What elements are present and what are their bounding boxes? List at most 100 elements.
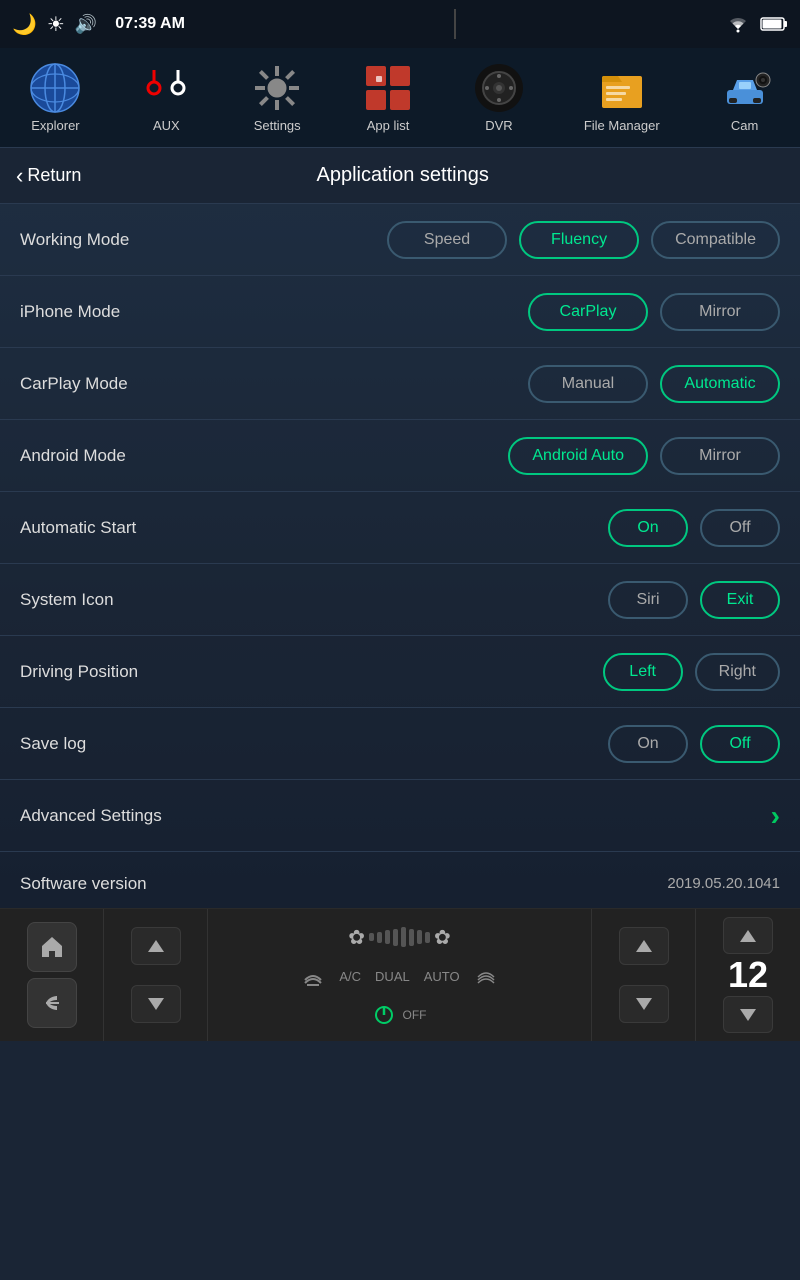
- off-label: OFF: [403, 1008, 427, 1022]
- defrost-icon: [301, 965, 325, 989]
- iphone-mode-row: iPhone Mode CarPlay Mirror: [0, 276, 800, 348]
- system-icon-row: System Icon Siri Exit: [0, 564, 800, 636]
- driving-position-right[interactable]: Right: [695, 653, 780, 691]
- temp-down-button[interactable]: [723, 996, 773, 1033]
- carplay-mode-manual[interactable]: Manual: [528, 365, 648, 403]
- app-header: ‹ Return Application settings: [0, 148, 800, 204]
- system-icon-exit[interactable]: Exit: [700, 581, 780, 619]
- nav-item-filemanager[interactable]: File Manager: [584, 62, 660, 133]
- fan-bar-4: [393, 929, 398, 946]
- iphone-mode-mirror[interactable]: Mirror: [660, 293, 780, 331]
- fan-bar-6: [409, 929, 414, 946]
- nav-item-cam[interactable]: Cam: [719, 62, 771, 133]
- fan-right-icon: ✿: [434, 925, 451, 950]
- android-mode-auto[interactable]: Android Auto: [508, 437, 648, 475]
- moon-icon: 🌙: [12, 12, 37, 37]
- status-bar: 🌙 ☀ 🔊 07:39 AM: [0, 0, 800, 48]
- driving-position-label: Driving Position: [20, 662, 138, 682]
- temperature-section: 12: [696, 909, 800, 1041]
- temp-up-button[interactable]: [723, 917, 773, 954]
- battery-icon: [760, 16, 788, 32]
- fan-bars: [369, 927, 430, 947]
- right-up-button[interactable]: [619, 927, 669, 965]
- advanced-settings-chevron-icon: ›: [771, 800, 780, 832]
- advanced-settings-label: Advanced Settings: [20, 806, 162, 826]
- right-arrows-section: [592, 909, 696, 1041]
- working-mode-speed[interactable]: Speed: [387, 221, 507, 259]
- iphone-mode-label: iPhone Mode: [20, 302, 120, 322]
- driving-position-controls: Left Right: [603, 653, 780, 691]
- fan-row: ✿ ✿: [348, 925, 451, 950]
- ac-controls-row: A/C DUAL AUTO: [301, 965, 497, 989]
- nav-label-filemanager: File Manager: [584, 118, 660, 133]
- android-mode-row: Android Mode Android Auto Mirror: [0, 420, 800, 492]
- fan-bar-8: [425, 932, 430, 943]
- nav-item-applist[interactable]: App list: [362, 62, 414, 133]
- return-button[interactable]: ‹ Return: [16, 163, 81, 189]
- nav-bar: Explorer AUX: [0, 48, 800, 148]
- iphone-mode-controls: CarPlay Mirror: [528, 293, 780, 331]
- left-arrows-section: [104, 909, 208, 1041]
- sun-icon: ☀: [47, 12, 65, 37]
- nav-label-aux: AUX: [153, 118, 180, 133]
- nav-label-settings: Settings: [254, 118, 301, 133]
- automatic-start-row: Automatic Start On Off: [0, 492, 800, 564]
- save-log-on[interactable]: On: [608, 725, 688, 763]
- android-mode-controls: Android Auto Mirror: [508, 437, 780, 475]
- nav-label-applist: App list: [367, 118, 410, 133]
- nav-label-dvr: DVR: [485, 118, 512, 133]
- power-icon[interactable]: [373, 1004, 395, 1026]
- vent-icon: [474, 965, 498, 989]
- software-version-row: Software version 2019.05.20.1041: [0, 852, 800, 908]
- right-down-button[interactable]: [619, 985, 669, 1023]
- automatic-start-controls: On Off: [608, 509, 780, 547]
- carplay-mode-label: CarPlay Mode: [20, 374, 128, 394]
- ac-label: A/C: [339, 969, 361, 984]
- controls-bar: ✿ ✿ A/C DUAL AUTO: [0, 908, 800, 1040]
- home-back-section: [0, 909, 104, 1041]
- save-log-off[interactable]: Off: [700, 725, 780, 763]
- driving-position-row: Driving Position Left Right: [0, 636, 800, 708]
- software-version-value: 2019.05.20.1041: [667, 875, 780, 892]
- system-icon-label: System Icon: [20, 590, 114, 610]
- home-button[interactable]: [27, 922, 77, 972]
- save-log-label: Save log: [20, 734, 86, 754]
- working-mode-label: Working Mode: [20, 230, 129, 250]
- nav-label-cam: Cam: [731, 118, 758, 133]
- nav-item-settings[interactable]: Settings: [251, 62, 303, 133]
- nav-item-dvr[interactable]: DVR: [473, 62, 525, 133]
- fan-bar-5: [401, 927, 406, 947]
- fan-bar-2: [377, 932, 382, 943]
- auto-label: AUTO: [424, 969, 460, 984]
- automatic-start-label: Automatic Start: [20, 518, 136, 538]
- page-title: Application settings: [81, 164, 724, 187]
- automatic-start-on[interactable]: On: [608, 509, 688, 547]
- fan-bar-7: [417, 930, 422, 944]
- left-down-button[interactable]: [131, 985, 181, 1023]
- automatic-start-off[interactable]: Off: [700, 509, 780, 547]
- software-version-label: Software version: [20, 874, 147, 894]
- save-log-row: Save log On Off: [0, 708, 800, 780]
- nav-label-explorer: Explorer: [31, 118, 79, 133]
- iphone-mode-carplay[interactable]: CarPlay: [528, 293, 648, 331]
- android-mode-label: Android Mode: [20, 446, 126, 466]
- working-mode-compatible[interactable]: Compatible: [651, 221, 780, 259]
- back-button[interactable]: [27, 978, 77, 1028]
- system-icon-siri[interactable]: Siri: [608, 581, 688, 619]
- carplay-mode-automatic[interactable]: Automatic: [660, 365, 780, 403]
- nav-item-explorer[interactable]: Explorer: [29, 62, 81, 133]
- driving-position-left[interactable]: Left: [603, 653, 683, 691]
- main-content: ‹ Return Application settings Working Mo…: [0, 148, 800, 908]
- return-chevron-icon: ‹: [16, 163, 23, 189]
- working-mode-fluency[interactable]: Fluency: [519, 221, 639, 259]
- left-up-button[interactable]: [131, 927, 181, 965]
- fan-left-icon: ✿: [348, 925, 365, 950]
- carplay-mode-controls: Manual Automatic: [528, 365, 780, 403]
- power-row: OFF: [373, 1004, 427, 1026]
- nav-item-aux[interactable]: AUX: [140, 62, 192, 133]
- settings-container: Working Mode Speed Fluency Compatible iP…: [0, 204, 800, 908]
- advanced-settings-row[interactable]: Advanced Settings ›: [0, 780, 800, 852]
- android-mode-mirror[interactable]: Mirror: [660, 437, 780, 475]
- system-icon-controls: Siri Exit: [608, 581, 780, 619]
- fan-bar-3: [385, 930, 390, 944]
